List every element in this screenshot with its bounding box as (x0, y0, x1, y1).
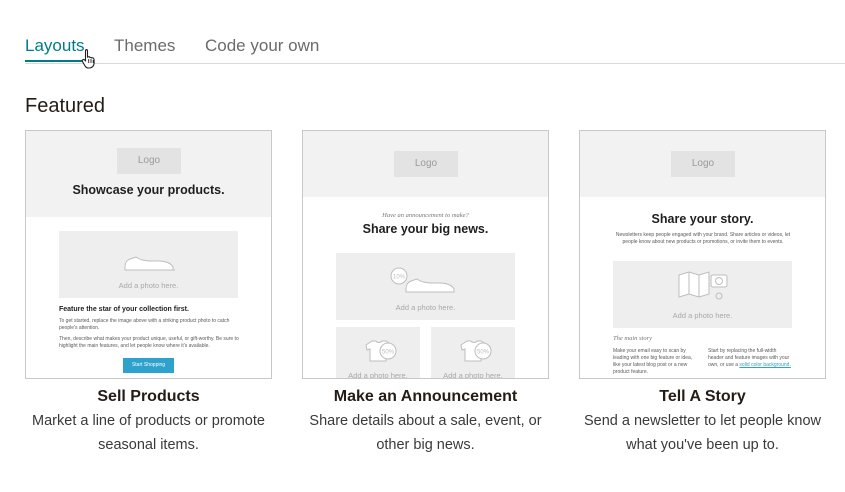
preview-headline: Share your story. (651, 212, 754, 226)
hand-cursor-icon (81, 48, 95, 69)
card-description: Send a newsletter to let people know wha… (584, 413, 821, 453)
preview-logo: Logo (394, 151, 458, 177)
shirt-sale-icon: 50% (365, 340, 397, 362)
preview-column-2: Start by replacing the full-width header… (708, 348, 793, 369)
section-title: Featured (25, 95, 106, 117)
preview-story-label: The main story (613, 335, 652, 342)
preview-intro: Newsletters keep people engaged with you… (615, 232, 791, 245)
photo-label: Add a photo here. (395, 303, 456, 312)
preview-logo: Logo (117, 148, 181, 174)
sale-tag-1: 10% (393, 275, 406, 281)
layout-card-make-an-announcement[interactable]: Logo Have an announcement to make? Share… (302, 130, 549, 457)
preview-photo-placeholder-2: 50% Add a photo here. (336, 327, 420, 379)
tab-bar: Layouts Themes Code your own (25, 30, 845, 64)
photo-label: Add a photo here. (348, 371, 408, 379)
sale-tag-2: 50% (382, 350, 395, 356)
preview-photo-placeholder: Add a photo here. (613, 261, 792, 328)
photo-label: Add a photo here. (443, 371, 503, 379)
layout-preview-thumbnail[interactable]: Logo Share your story. Newsletters keep … (579, 130, 826, 379)
layout-preview-thumbnail[interactable]: Logo Have an announcement to make? Share… (302, 130, 549, 379)
photo-label: Add a photo here. (672, 311, 733, 320)
preview-headline: Showcase your products. (72, 183, 225, 197)
tab-code-your-own[interactable]: Code your own (205, 36, 319, 56)
preview-kicker: Have an announcement to make? (382, 212, 469, 219)
shoe-sale-icon: 10% (390, 267, 455, 293)
map-camera-icon (678, 271, 728, 300)
preview-photo-placeholder: 10% Add a photo here. (336, 253, 515, 320)
card-description: Share details about a sale, event, or ot… (309, 413, 542, 453)
preview-body-1: To get started, replace the image above … (59, 318, 230, 331)
sale-tag-3: 50% (477, 350, 490, 356)
card-description: Market a line of products or promote sea… (32, 413, 265, 453)
layout-card-sell-products[interactable]: Logo Showcase your products. Add a photo… (25, 130, 272, 457)
card-title[interactable]: Sell Products (25, 388, 272, 406)
preview-headline: Share your big news. (362, 222, 489, 236)
card-title[interactable]: Make an Announcement (302, 388, 549, 406)
card-title[interactable]: Tell A Story (579, 388, 826, 406)
photo-label: Add a photo here. (118, 281, 179, 290)
preview-subhead: Feature the star of your collection firs… (59, 306, 189, 313)
preview-header (26, 131, 271, 217)
shoe-icon (124, 256, 175, 271)
layout-card-tell-a-story[interactable]: Logo Share your story. Newsletters keep … (579, 130, 826, 457)
preview-cta-button: Start Shopping (123, 358, 174, 373)
preview-photo-placeholder-3: 50% Add a photo here. (431, 327, 515, 379)
preview-logo: Logo (671, 151, 735, 177)
preview-photo-placeholder: Add a photo here. (59, 231, 238, 298)
preview-body-2: Then, describe what makes your product u… (59, 336, 239, 349)
tab-layouts[interactable]: Layouts (25, 36, 85, 56)
tab-themes[interactable]: Themes (114, 36, 175, 56)
preview-column-2-link: solid color background. (739, 362, 791, 368)
shirt-sale-icon: 50% (460, 340, 492, 362)
preview-column-1: Make your email easy to scan by leading … (613, 348, 693, 375)
layout-preview-thumbnail[interactable]: Logo Showcase your products. Add a photo… (25, 130, 272, 379)
active-tab-indicator (25, 60, 85, 62)
